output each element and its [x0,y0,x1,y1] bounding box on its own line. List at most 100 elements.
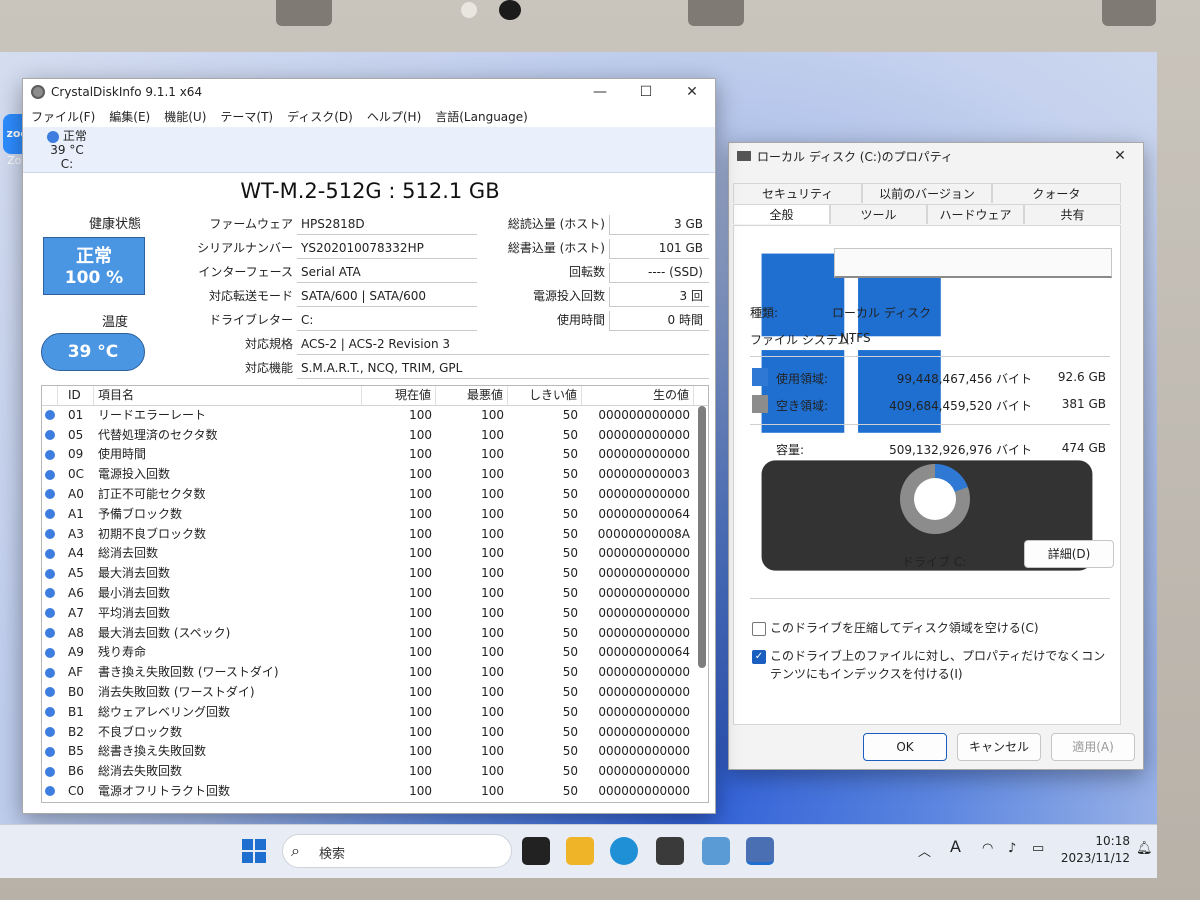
index-checkbox[interactable]: ✓ [752,650,766,664]
status-dot-icon [45,746,55,757]
table-row[interactable]: A5 最大消去回数 100 100 50 000000000000 [42,564,708,584]
table-row[interactable]: 0C 電源投入回数 100 100 50 000000000003 [42,465,708,485]
table-row[interactable]: A7 平均消去回数 100 100 50 000000000000 [42,604,708,624]
minimize-icon[interactable]: — [577,79,623,105]
wifi-icon[interactable]: ◠ [982,841,993,856]
used-space-swatch [752,368,768,386]
table-row[interactable]: A0 訂正不可能セクタ数 100 100 50 000000000000 [42,485,708,505]
cell-thr: 50 [562,744,578,759]
details-button[interactable]: 詳細(D) [1024,540,1114,568]
tab[interactable]: ツール [830,204,927,224]
cell-worst: 100 [481,486,504,501]
table-row[interactable]: A1 予備ブロック数 100 100 50 000000000064 [42,505,708,525]
menu-item[interactable]: テーマ(T) [220,108,273,125]
divider [750,356,1110,357]
menu-item[interactable]: 言語(Language) [435,108,528,125]
info-key: 電源投入回数 [532,289,605,303]
table-row[interactable]: A3 初期不良ブロック数 100 100 50 00000000008A [42,525,708,545]
file-explorer-icon[interactable] [566,837,594,865]
ok-button[interactable]: OK [863,733,947,761]
table-row[interactable]: 09 使用時間 100 100 50 000000000000 [42,445,708,465]
tab[interactable]: ハードウェア [927,204,1024,224]
table-row[interactable]: AF 書き換え失敗回数 (ワーストダイ) 100 100 50 000000000000 [42,663,708,683]
vertical-scrollbar[interactable] [698,406,706,668]
used-bytes: 99,448,467,456 バイト [896,372,1032,386]
column-header[interactable]: 生の値 [582,386,694,405]
table-row[interactable]: A6 最小消去回数 100 100 50 000000000000 [42,584,708,604]
volume-name-input[interactable] [834,248,1112,278]
store-icon[interactable] [656,837,684,865]
menu-item[interactable]: 機能(U) [164,108,206,125]
start-icon[interactable] [240,837,268,865]
ime-indicator[interactable]: A [950,837,961,856]
capacity-bytes: 509,132,926,976 バイト [889,443,1032,457]
maximize-icon[interactable]: ☐ [623,79,669,105]
crystaldiskinfo-taskbar-icon[interactable] [746,837,774,865]
table-row[interactable]: A9 残り寿命 100 100 50 000000000064 [42,643,708,663]
column-header[interactable]: ID [58,386,94,405]
table-row[interactable]: B2 不良ブロック数 100 100 50 000000000000 [42,723,708,743]
chevron-up-icon[interactable]: ︿ [918,841,931,860]
menu-item[interactable]: 編集(E) [109,108,150,125]
battery-icon[interactable]: ▭ [1032,841,1044,856]
info-row: ファームウェア [163,215,293,235]
tab[interactable]: 以前のバージョン [862,183,992,203]
info-key: ファームウェア [209,217,293,231]
cancel-button[interactable]: キャンセル [957,733,1041,761]
info-value: HPS2818D [297,215,477,235]
cell-name: 総ウェアレベリング回数 [98,704,231,719]
info-row: 電源投入回数 [479,287,605,307]
cell-name: リードエラーレート [98,407,207,422]
table-row[interactable]: A4 総消去回数 100 100 50 000000000000 [42,544,708,564]
table-row[interactable]: B0 消去失敗回数 (ワーストダイ) 100 100 50 000000000000 [42,683,708,703]
photos-icon[interactable] [702,837,730,865]
table-row[interactable]: B6 総消去失敗回数 100 100 50 000000000000 [42,762,708,782]
cell-cur: 100 [409,764,432,779]
speaker-icon[interactable]: ♪ [1008,841,1016,856]
bezel-key [276,0,332,26]
cell-worst: 100 [481,467,504,482]
column-header[interactable]: 最悪値 [436,386,508,405]
table-row[interactable]: A8 最大消去回数 (スペック) 100 100 50 000000000000 [42,624,708,644]
menu-item[interactable]: ヘルプ(H) [367,108,421,125]
table-row[interactable]: 05 代替処理済のセクタ数 100 100 50 000000000000 [42,426,708,446]
tab[interactable]: 全般 [733,204,830,224]
tab[interactable]: セキュリティ [733,183,863,203]
cell-raw: 000000000000 [598,605,690,620]
table-row[interactable]: B1 総ウェアレベリング回数 100 100 50 000000000000 [42,703,708,723]
cell-worst: 100 [481,783,504,798]
close-icon[interactable]: ✕ [669,79,715,105]
cell-thr: 50 [562,704,578,719]
info-value: 0 時間 [609,311,709,331]
cell-raw: 000000000003 [598,467,690,482]
status-dot-icon [45,449,55,460]
status-cell [42,584,58,604]
apply-button[interactable]: 適用(A) [1051,733,1135,761]
taskbar-search[interactable]: ⌕ 検索 [282,834,512,868]
temperature-badge[interactable]: 39 °C [41,333,145,371]
menu-item[interactable]: ディスク(D) [287,108,353,125]
column-header[interactable]: しきい値 [508,386,582,405]
status-dot-icon [45,489,55,500]
table-row[interactable]: B5 総書き換え失敗回数 100 100 50 000000000000 [42,742,708,762]
edge-icon[interactable] [610,837,638,865]
compress-checkbox[interactable] [752,622,766,636]
close-icon[interactable]: ✕ [1097,143,1143,169]
column-header[interactable]: 項目名 [94,386,362,405]
tab[interactable]: クォータ [991,183,1121,203]
cell-worst: 100 [481,427,504,442]
table-row[interactable]: 01 リードエラーレート 100 100 50 000000000000 [42,406,708,426]
info-row: 対応転送モード [163,287,293,307]
cell-name: 代替処理済のセクタ数 [98,427,218,442]
cell-id: 0C [68,467,85,482]
notification-bell-icon[interactable]: 🔔︎ [1136,841,1153,856]
tab[interactable]: 共有 [1024,204,1121,224]
column-header[interactable]: 現在値 [362,386,436,405]
info-key: ドライブレター [208,313,293,327]
drive-tab-c[interactable]: 正常 39 °C C: [37,129,97,171]
health-status-badge[interactable]: 正常 100 % [43,237,145,295]
task-view-icon[interactable] [522,837,550,865]
clock[interactable]: 10:18 2023/11/12 [1050,833,1130,867]
menu-item[interactable]: ファイル(F) [31,108,95,125]
table-row[interactable]: C0 電源オフリトラクト回数 100 100 50 000000000000 [42,782,708,802]
